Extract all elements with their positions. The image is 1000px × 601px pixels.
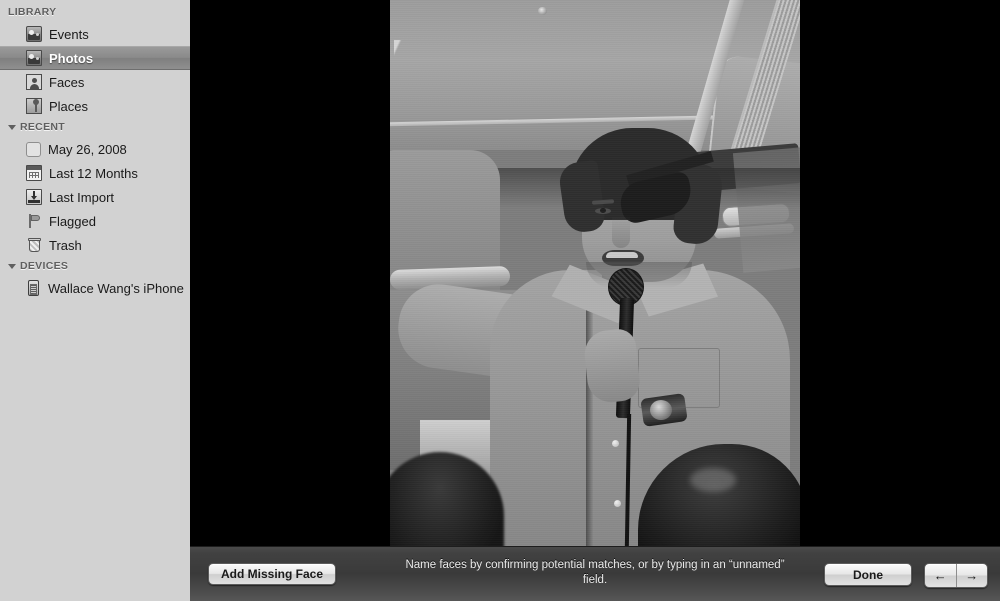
event-roll-icon <box>26 141 41 157</box>
photos-icon <box>26 50 42 66</box>
sidebar-item-may-26-2008[interactable]: May 26, 2008 <box>0 137 190 161</box>
sidebar-item-label: Events <box>49 26 89 42</box>
photo-ceiling-light <box>538 7 547 15</box>
sidebar-item-photos[interactable]: Photos <box>0 46 190 70</box>
photo-subject-pupil <box>600 208 606 213</box>
sidebar-item-iphone[interactable]: Wallace Wang's iPhone <box>0 276 190 300</box>
sidebar-item-trash[interactable]: Trash <box>0 233 190 257</box>
sidebar-item-places[interactable]: Places <box>0 94 190 118</box>
sidebar-item-events[interactable]: Events <box>0 22 190 46</box>
photo-shirt-button <box>614 500 621 507</box>
iphoto-window: LIBRARY Events Photos Faces Places RECEN… <box>0 0 1000 601</box>
sidebar-section-header-library: LIBRARY <box>0 3 190 22</box>
sidebar-item-last-12-months[interactable]: Last 12 Months <box>0 161 190 185</box>
import-tray-icon <box>26 189 42 205</box>
sidebar-item-label: Photos <box>49 50 94 66</box>
photo-viewer[interactable] <box>190 0 1000 546</box>
sidebar-item-last-import[interactable]: Last Import <box>0 185 190 209</box>
photo-navigation-group: ← → <box>924 563 988 588</box>
section-title: RECENT <box>20 121 65 133</box>
photo-subject-teeth <box>606 252 638 258</box>
sidebar-item-label: Trash <box>49 237 82 253</box>
photo-wristwatch-face <box>650 400 672 420</box>
events-icon <box>26 26 42 42</box>
trash-icon <box>26 237 42 253</box>
sidebar-item-label: Last 12 Months <box>49 165 138 181</box>
calendar-icon <box>26 165 42 181</box>
arrow-right-icon: → <box>965 568 979 583</box>
photo-subject-nose <box>612 216 630 248</box>
photo-bus-window <box>732 147 800 273</box>
sidebar-item-label: Flagged <box>49 213 96 229</box>
sidebar-item-label: Last Import <box>49 189 115 205</box>
iphone-icon <box>28 280 39 296</box>
section-title: LIBRARY <box>8 6 57 18</box>
disclosure-triangle-icon[interactable] <box>8 123 17 132</box>
sidebar-section-header-devices[interactable]: DEVICES <box>0 257 190 276</box>
sidebar-section-header-recent[interactable]: RECENT <box>0 118 190 137</box>
sidebar-item-faces[interactable]: Faces <box>0 70 190 94</box>
sidebar-item-flagged[interactable]: Flagged <box>0 209 190 233</box>
section-title: DEVICES <box>20 260 69 272</box>
previous-photo-button[interactable]: ← <box>925 564 956 587</box>
photo-foreground-head-highlight <box>690 468 736 492</box>
done-button[interactable]: Done <box>824 563 912 586</box>
faces-toolbar: Add Missing Face Name faces by confirmin… <box>190 546 1000 601</box>
photo-image[interactable] <box>390 0 800 546</box>
sidebar-item-label: Faces <box>49 74 85 90</box>
add-missing-face-button[interactable]: Add Missing Face <box>208 563 336 585</box>
sidebar: LIBRARY Events Photos Faces Places RECEN… <box>0 0 190 601</box>
sidebar-item-label: Wallace Wang's iPhone <box>48 280 184 296</box>
arrow-left-icon: ← <box>933 568 947 583</box>
next-photo-button[interactable]: → <box>955 564 988 587</box>
places-icon <box>26 98 42 114</box>
sidebar-item-label: Places <box>49 98 89 114</box>
photo-shirt-button <box>612 440 619 447</box>
faces-icon <box>26 74 42 90</box>
disclosure-triangle-icon[interactable] <box>8 262 17 271</box>
flag-icon <box>26 213 42 229</box>
sidebar-item-label: May 26, 2008 <box>48 141 127 157</box>
toolbar-hint-text: Name faces by confirming potential match… <box>405 559 785 586</box>
